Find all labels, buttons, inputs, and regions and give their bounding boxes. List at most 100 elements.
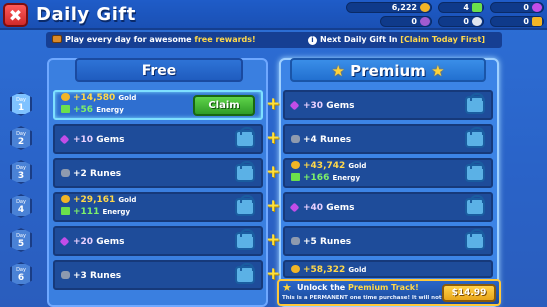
day-badge-2: Day 2 [10,126,32,150]
reward-amount: +30 [303,101,324,111]
lock-icon [235,263,255,284]
reward-amount: +58,322 [303,265,346,275]
premium-reward-day-5: +5 Runes [283,226,493,256]
lock-icon [235,161,255,182]
reward-unit: Runes [319,135,352,145]
close-button[interactable]: ✖ [3,3,28,27]
reward-unit: Gems [326,101,355,111]
info-bar: Play every day for awesome free rewards!… [46,32,502,48]
info-left-prefix: Play every day for awesome [65,35,195,44]
buy-premium-button[interactable]: $14.99 [442,284,496,302]
reward-unit: Energy [332,174,361,182]
gold-coin-icon [61,195,70,203]
reward-label: +29,161 Gold +111 Energy [61,194,136,218]
item-b-value: 0 [463,17,469,26]
lock-icon [235,195,255,216]
item-c-value: 0 [523,17,529,26]
reward-unit: Runes [319,237,352,247]
premium-reward-day-6: +58,322 Gold [283,260,493,278]
reward-label: +2 Runes [61,168,121,180]
plus-icon: + [266,162,281,182]
gold-coin-icon [291,161,300,169]
day-number: 2 [17,137,25,147]
energy-bolt-icon [291,173,300,181]
free-reward-day-1: +14,580 Gold +56 Energy Claim [53,90,263,120]
day-badge-6: Day 6 [10,262,32,286]
energy-bolt-icon [472,3,482,12]
lock-icon [465,161,485,182]
rune-icon [291,237,300,245]
reward-amount: +3 [73,271,87,281]
reward-label: +4 Runes [291,134,351,146]
star-icon: ★ [331,62,345,80]
reward-label: +14,580 Gold +56 Energy [61,92,136,116]
premium-reward-day-4: +40 Gems [283,192,493,222]
gold-coin-icon [420,3,430,12]
reward-amount: +2 [73,169,87,179]
feather-icon [420,17,430,26]
item-c-counter: 0 [490,16,544,27]
gems-value: 0 [523,3,529,12]
reward-unit: Gems [326,203,355,213]
reward-unit: Runes [89,271,122,281]
reward-amount: +40 [303,203,324,213]
reward-amount: +111 [73,207,100,217]
reward-amount: +20 [73,237,94,247]
day-number: 3 [17,171,25,181]
day-number: 1 [17,103,25,113]
gem-icon [59,236,70,247]
rune-icon [61,169,70,177]
plus-icon: + [266,94,281,114]
plus-icon: + [266,128,281,148]
reward-label: +20 Gems [59,236,124,248]
gem-icon [532,3,542,12]
star-icon: ★ [282,281,292,294]
reward-amount: +166 [303,173,330,183]
unlock-premium-banner[interactable]: ★ Unlock the Premium Track! This is a PE… [277,279,501,306]
day-number: 4 [17,205,25,215]
top-bar: ✖ Daily Gift 6,222 4 0 0 0 0 [0,0,547,30]
reward-amount: +29,161 [73,195,116,205]
reward-unit: Energy [96,106,124,114]
reward-label: +58,322 Gold [291,264,366,276]
day-number: 6 [17,273,25,283]
lock-icon [465,229,485,250]
day-badge-3: Day 3 [10,160,32,184]
item-b-counter: 0 [438,16,484,27]
daily-info-text: Play every day for awesome free rewards! [52,35,256,44]
free-reward-day-2: +10 Gems [53,124,263,154]
day-badge-4: Day 4 [10,194,32,218]
item-a-value: 0 [411,17,417,26]
reward-unit: Energy [102,208,131,216]
lock-icon [235,127,255,148]
rune-icon [472,17,482,26]
premium-title-label: Premium [350,62,426,80]
free-track-title: Free [75,58,243,82]
unlock-title: Unlock the Premium Track! [297,283,419,292]
day-badge-1: Day 1 [10,92,32,116]
claim-button[interactable]: Claim [193,95,255,116]
reward-label: +43,742 Gold +166 Energy [291,160,366,184]
info-right-prefix: Next Daily Gift In [320,35,401,44]
reward-unit: Gold [348,162,367,170]
reward-label: +40 Gems [289,202,355,214]
reward-label: +30 Gems [289,100,355,112]
unlock-title-highlight: Premium Track! [348,283,419,292]
gem-icon [289,202,300,213]
premium-reward-day-1: +30 Gems [283,90,493,120]
free-reward-day-3: +2 Runes [53,158,263,188]
energy-bolt-icon [61,105,70,113]
info-icon: i [308,36,317,45]
reward-amount: +10 [73,135,94,145]
close-icon: ✖ [8,5,23,25]
unlock-title-prefix: Unlock the [297,283,349,292]
premium-track-title: ★ Premium ★ [290,58,486,82]
free-reward-day-5: +20 Gems [53,226,263,256]
day-number: 5 [17,239,25,249]
reward-amount: +4 [303,135,317,145]
info-right-highlight: [Claim Today First] [400,35,485,44]
gold-value: 6,222 [391,3,417,12]
reward-unit: Runes [89,169,122,179]
item-a-counter: 0 [380,16,432,27]
reward-unit: Gold [118,94,137,102]
